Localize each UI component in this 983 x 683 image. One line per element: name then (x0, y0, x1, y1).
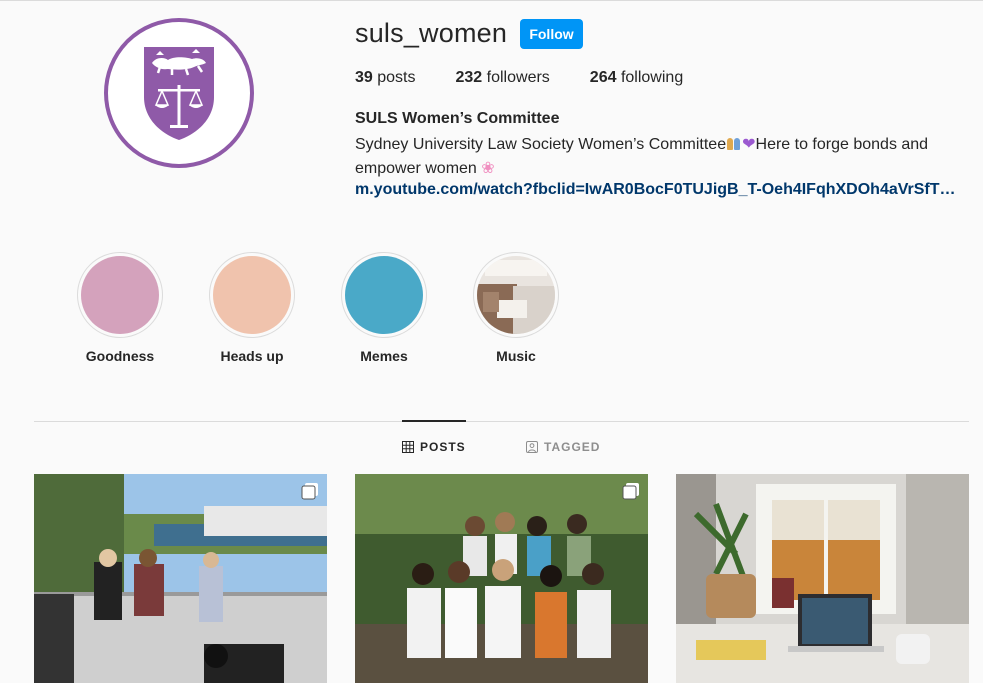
tab-posts-label: POSTS (420, 440, 466, 454)
profile-avatar[interactable] (104, 18, 254, 168)
stat-followers[interactable]: 232 followers (456, 69, 550, 87)
women-holding-hands-emoji-icon (726, 136, 742, 150)
highlight-ring (209, 252, 295, 338)
follow-button[interactable]: Follow (520, 19, 583, 49)
stat-followers-label: followers (486, 69, 550, 86)
stat-posts-count: 39 (355, 69, 373, 86)
post-thumbnail[interactable] (355, 474, 648, 683)
tab-tagged[interactable]: TAGGED (526, 440, 600, 454)
profile-stats: 39 posts 232 followers 264 following (355, 69, 723, 87)
cherry-blossom-emoji-icon: ❀ (481, 160, 495, 177)
post-photo (676, 474, 969, 683)
bio-text: Sydney University Law Society Women’s Co… (355, 133, 955, 181)
highlight-cover-photo (477, 256, 555, 334)
bio-text-part3: empower women (355, 160, 477, 177)
active-tab-indicator (402, 420, 466, 422)
bio-name: SULS Women’s Committee (355, 110, 560, 127)
stat-followers-count: 232 (455, 69, 483, 86)
highlight-goodness[interactable]: Goodness (75, 252, 165, 364)
post-thumbnail[interactable] (676, 474, 969, 683)
highlight-cover (213, 256, 291, 334)
purple-heart-emoji-icon: ❤ (742, 136, 756, 153)
grid-icon (402, 441, 414, 453)
post-thumbnail[interactable] (34, 474, 327, 683)
highlight-heads-up[interactable]: Heads up (207, 252, 297, 364)
bio-link[interactable]: m.youtube.com/watch?fbclid=IwAR0BocF0TUJ… (355, 181, 967, 199)
stat-posts-label: posts (377, 69, 416, 86)
highlight-memes[interactable]: Memes (339, 252, 429, 364)
profile-username: suls_women (355, 18, 508, 48)
highlight-ring (77, 252, 163, 338)
highlight-music[interactable]: Music (471, 252, 561, 364)
bio-text-part2: Here to forge bonds and (755, 136, 929, 153)
highlight-ring (341, 252, 427, 338)
highlight-ring (473, 252, 559, 338)
tabs-divider (34, 421, 969, 422)
highlight-cover (345, 256, 423, 334)
stat-following[interactable]: 264 following (590, 69, 683, 87)
highlight-label: Heads up (220, 348, 284, 364)
stat-following-label: following (620, 69, 684, 86)
university-crest-icon (144, 47, 214, 140)
highlight-label: Memes (360, 348, 408, 364)
tab-tagged-label: TAGGED (544, 440, 601, 454)
top-border (0, 0, 983, 1)
highlight-cover (81, 256, 159, 334)
highlight-label: Goodness (85, 348, 155, 364)
bio-text-part1: Sydney University Law Society Women’s Co… (355, 136, 727, 153)
highlight-label: Music (496, 348, 536, 364)
post-photo (34, 474, 327, 683)
multi-image-icon (301, 483, 318, 500)
tab-posts[interactable]: POSTS (402, 440, 466, 454)
stat-following-count: 264 (589, 69, 617, 86)
post-photo (355, 474, 648, 683)
stat-posts: 39 posts (355, 69, 416, 87)
multi-image-icon (622, 483, 639, 500)
tag-icon (526, 441, 538, 453)
